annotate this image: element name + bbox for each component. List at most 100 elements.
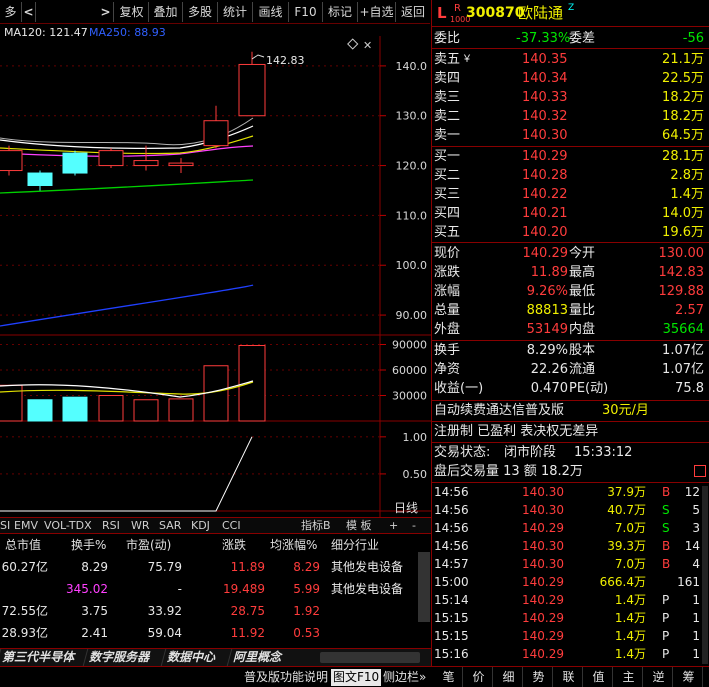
- detail-tab[interactable]: 联: [555, 667, 583, 687]
- tab-si[interactable]: SI: [0, 518, 10, 534]
- table-cell[interactable]: 3.75: [81, 600, 108, 622]
- table-cell[interactable]: 11.89: [231, 556, 265, 578]
- table-cell[interactable]: 75.79: [148, 556, 182, 578]
- ask-row[interactable]: 卖一 140.30 64.5万: [432, 126, 709, 145]
- sector-scrollbar[interactable]: [320, 652, 420, 663]
- sidebar-toggle[interactable]: 侧边栏»: [383, 667, 426, 687]
- sector-tab[interactable]: 数据中心: [160, 649, 223, 666]
- detail-tab[interactable]: 价: [465, 667, 493, 687]
- tab-add[interactable]: +: [389, 518, 398, 534]
- bid-row[interactable]: 买一 140.29 28.1万: [432, 147, 709, 166]
- candle-body: [168, 162, 194, 167]
- table-cell[interactable]: 1.92: [293, 600, 320, 622]
- table-scrollbar[interactable]: [418, 552, 430, 622]
- prev-stock-button[interactable]: <: [22, 2, 36, 22]
- table-cell[interactable]: 28.93亿: [2, 622, 48, 644]
- candle-body: [0, 150, 23, 172]
- back-arrow[interactable]: 多: [0, 2, 22, 22]
- table-cell[interactable]: 72.55亿: [2, 600, 48, 622]
- sector-tab[interactable]: 阿里概念: [226, 649, 289, 666]
- table-cell[interactable]: 0.53: [293, 622, 320, 644]
- tab-cci[interactable]: CCI: [222, 518, 241, 534]
- table-cell[interactable]: 345.02: [66, 578, 108, 600]
- after-hours-row: 盘后交易量 13 额 18.2万: [432, 462, 709, 481]
- overlay-button[interactable]: 叠加: [149, 2, 183, 22]
- col-header[interactable]: 细分行业: [331, 534, 379, 556]
- restore-rights-button[interactable]: 复权: [115, 2, 149, 22]
- quote-panel: L R 1000 300870 欧陆通 Z 委比 -37.33% 委差 -56 …: [431, 0, 709, 687]
- table-cell[interactable]: 5.99: [293, 578, 320, 600]
- mark-button[interactable]: 标记: [323, 2, 358, 22]
- detail-tab[interactable]: 细: [495, 667, 523, 687]
- table-cell[interactable]: 59.04: [148, 622, 182, 644]
- bid-row[interactable]: 买三 140.22 1.4万: [432, 185, 709, 204]
- multi-stock-button[interactable]: 多股: [183, 2, 218, 22]
- tick-row: 14:56 140.30 39.3万 B 14: [434, 539, 700, 553]
- tab-kdj[interactable]: KDJ: [191, 518, 210, 534]
- table-cell[interactable]: 其他发电设备: [331, 556, 403, 578]
- stock-name: 欧陆通: [518, 4, 564, 22]
- table-cell[interactable]: 19.489: [223, 578, 265, 600]
- add-watchlist-button[interactable]: +自选: [358, 2, 396, 22]
- sector-tab[interactable]: 数字服务器: [82, 649, 157, 666]
- period-label[interactable]: 日线: [381, 500, 431, 517]
- price-axis-label: 140.0: [396, 60, 428, 73]
- sector-tab[interactable]: 第三代半导体: [0, 649, 82, 666]
- detail-tab[interactable]: 主: [615, 667, 643, 687]
- detail-tab[interactable]: 逆: [645, 667, 673, 687]
- tab-rsi[interactable]: RSI: [102, 518, 120, 534]
- tab-wr[interactable]: WR: [131, 518, 150, 534]
- detail-tab[interactable]: 值: [585, 667, 613, 687]
- bid-row[interactable]: 买五 140.20 19.6万: [432, 223, 709, 242]
- table-cell[interactable]: 2.41: [81, 622, 108, 644]
- ask-row[interactable]: 卖二 140.32 18.2万: [432, 107, 709, 126]
- ad-row[interactable]: 自动续费通达信普及版 30元/月: [432, 401, 709, 420]
- draw-line-button[interactable]: 画线: [253, 2, 289, 22]
- statistics-button[interactable]: 统计: [218, 2, 253, 22]
- table-cell[interactable]: 其他发电设备: [331, 578, 403, 600]
- table-cell[interactable]: -: [178, 578, 182, 600]
- f10-button[interactable]: F10: [289, 2, 323, 22]
- volume-bar: [168, 398, 194, 422]
- table-cell[interactable]: 33.92: [148, 600, 182, 622]
- detail-tab[interactable]: 筹: [675, 667, 703, 687]
- tab-emv[interactable]: EMV: [14, 518, 38, 534]
- table-cell[interactable]: 8.29: [293, 556, 320, 578]
- ask-row[interactable]: 卖三 140.33 18.2万: [432, 88, 709, 107]
- return-button[interactable]: 返回: [396, 2, 430, 22]
- col-header[interactable]: 换手%: [71, 534, 106, 556]
- table-cell[interactable]: 60.27亿: [2, 556, 48, 578]
- tab-sar[interactable]: SAR: [159, 518, 181, 534]
- detail-tab[interactable]: 势: [525, 667, 553, 687]
- bid-row[interactable]: 买四 140.21 14.0万: [432, 204, 709, 223]
- stock-header: L R 1000 300870 欧陆通 Z: [432, 2, 709, 24]
- col-header[interactable]: 均涨幅%: [270, 534, 317, 556]
- help-link[interactable]: 普及版功能说明: [244, 667, 328, 687]
- tab-remove[interactable]: -: [412, 518, 416, 534]
- tab-template[interactable]: 模 板: [346, 518, 372, 534]
- tab-indicator-b[interactable]: 指标B: [301, 518, 331, 534]
- bar-chart-icon[interactable]: [694, 465, 706, 477]
- ind-axis-label: 0.50: [403, 468, 428, 481]
- indicator-tabs: SI EMV VOL-TDX RSI WR SAR KDJ CCI 指标B 模 …: [0, 517, 431, 534]
- kline-chart[interactable]: 140.0 130.0 120.0 110.0 100.0 90.00 90000 60000…: [0, 24, 431, 541]
- col-header[interactable]: 总市值: [5, 534, 41, 556]
- col-header[interactable]: 涨跌: [222, 534, 246, 556]
- quote-row: 外盘 53149 内盘 35664: [434, 322, 704, 337]
- candle-body: [62, 152, 88, 174]
- detail-tab[interactable]: 笔: [435, 667, 463, 687]
- table-cell[interactable]: 28.75: [231, 600, 265, 622]
- ask-row[interactable]: 卖四 140.34 22.5万: [432, 69, 709, 88]
- col-header[interactable]: 市盈(动): [126, 534, 171, 556]
- tick-scrollbar[interactable]: [702, 486, 708, 664]
- tick-row: 15:15 140.29 1.4万 P 1: [434, 611, 700, 625]
- f10-tab[interactable]: 图文F10: [331, 669, 382, 686]
- ask-row[interactable]: 卖五 ￥ 140.35 21.1万: [432, 50, 709, 69]
- candle-body: [238, 63, 266, 117]
- table-cell[interactable]: 11.92: [231, 622, 265, 644]
- tab-vol-tdx[interactable]: VOL-TDX: [44, 518, 92, 534]
- next-stock-button[interactable]: >: [98, 2, 114, 22]
- table-cell[interactable]: 8.29: [81, 556, 108, 578]
- bid-row[interactable]: 买二 140.28 2.8万: [432, 166, 709, 185]
- tick-row: 14:56 140.29 7.0万 S 3: [434, 521, 700, 535]
